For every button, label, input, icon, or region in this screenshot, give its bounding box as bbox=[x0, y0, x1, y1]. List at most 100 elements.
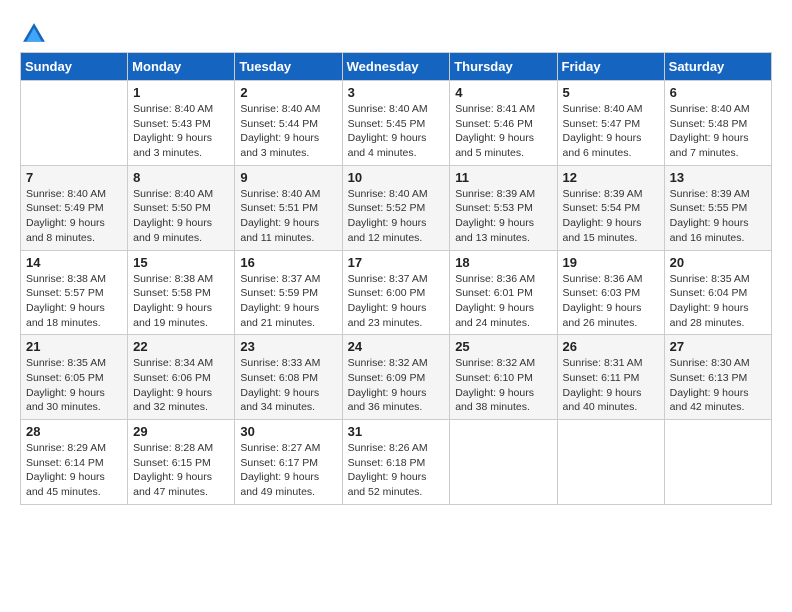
day-number: 8 bbox=[133, 170, 229, 185]
calendar-cell: 29 Sunrise: 8:28 AMSunset: 6:15 PMDayligh… bbox=[128, 420, 235, 505]
calendar-cell: 30 Sunrise: 8:27 AMSunset: 6:17 PMDayligh… bbox=[235, 420, 342, 505]
day-number: 15 bbox=[133, 255, 229, 270]
calendar-cell bbox=[450, 420, 557, 505]
weekday-header-friday: Friday bbox=[557, 53, 664, 81]
calendar-week-row: 7 Sunrise: 8:40 AMSunset: 5:49 PMDaylight… bbox=[21, 165, 772, 250]
day-info: Sunrise: 8:40 AMSunset: 5:44 PMDaylight:… bbox=[240, 102, 336, 161]
calendar-cell: 3 Sunrise: 8:40 AMSunset: 5:45 PMDaylight… bbox=[342, 81, 450, 166]
calendar-cell: 11 Sunrise: 8:39 AMSunset: 5:53 PMDayligh… bbox=[450, 165, 557, 250]
calendar-cell: 2 Sunrise: 8:40 AMSunset: 5:44 PMDaylight… bbox=[235, 81, 342, 166]
page-header bbox=[20, 20, 772, 48]
day-info: Sunrise: 8:34 AMSunset: 6:06 PMDaylight:… bbox=[133, 356, 229, 415]
day-info: Sunrise: 8:39 AMSunset: 5:55 PMDaylight:… bbox=[670, 187, 766, 246]
day-info: Sunrise: 8:30 AMSunset: 6:13 PMDaylight:… bbox=[670, 356, 766, 415]
weekday-header-monday: Monday bbox=[128, 53, 235, 81]
calendar-cell: 5Sunrise: 8:40 AMSunset: 5:47 PMDaylight… bbox=[557, 81, 664, 166]
day-number: 19 bbox=[563, 255, 659, 270]
calendar-cell: 28 Sunrise: 8:29 AMSunset: 6:14 PMDayligh… bbox=[21, 420, 128, 505]
day-info: Sunrise: 8:29 AMSunset: 6:14 PMDaylight:… bbox=[26, 441, 122, 500]
calendar-cell: 9 Sunrise: 8:40 AMSunset: 5:51 PMDaylight… bbox=[235, 165, 342, 250]
day-info: Sunrise: 8:39 AMSunset: 5:53 PMDaylight:… bbox=[455, 187, 551, 246]
day-info: Sunrise: 8:38 AMSunset: 5:57 PMDaylight:… bbox=[26, 272, 122, 331]
calendar-cell: 27Sunrise: 8:30 AMSunset: 6:13 PMDayligh… bbox=[664, 335, 771, 420]
calendar-cell: 6 Sunrise: 8:40 AMSunset: 5:48 PMDaylight… bbox=[664, 81, 771, 166]
day-number: 31 bbox=[348, 424, 445, 439]
calendar-cell: 10 Sunrise: 8:40 AMSunset: 5:52 PMDayligh… bbox=[342, 165, 450, 250]
day-info: Sunrise: 8:32 AMSunset: 6:10 PMDaylight:… bbox=[455, 356, 551, 415]
day-number: 26 bbox=[563, 339, 659, 354]
weekday-header-thursday: Thursday bbox=[450, 53, 557, 81]
day-number: 11 bbox=[455, 170, 551, 185]
day-info: Sunrise: 8:32 AMSunset: 6:09 PMDaylight:… bbox=[348, 356, 445, 415]
day-info: Sunrise: 8:31 AMSunset: 6:11 PMDaylight:… bbox=[563, 356, 659, 415]
calendar-cell: 31 Sunrise: 8:26 AMSunset: 6:18 PMDayligh… bbox=[342, 420, 450, 505]
calendar-week-row: 1 Sunrise: 8:40 AMSunset: 5:43 PMDaylight… bbox=[21, 81, 772, 166]
calendar-cell: 25 Sunrise: 8:32 AMSunset: 6:10 PMDayligh… bbox=[450, 335, 557, 420]
calendar-cell: 22 Sunrise: 8:34 AMSunset: 6:06 PMDayligh… bbox=[128, 335, 235, 420]
calendar-cell: 13 Sunrise: 8:39 AMSunset: 5:55 PMDayligh… bbox=[664, 165, 771, 250]
calendar-cell: 1 Sunrise: 8:40 AMSunset: 5:43 PMDaylight… bbox=[128, 81, 235, 166]
day-info: Sunrise: 8:35 AMSunset: 6:04 PMDaylight:… bbox=[670, 272, 766, 331]
day-number: 10 bbox=[348, 170, 445, 185]
day-info: Sunrise: 8:38 AMSunset: 5:58 PMDaylight:… bbox=[133, 272, 229, 331]
day-number: 18 bbox=[455, 255, 551, 270]
day-number: 3 bbox=[348, 85, 445, 100]
day-info: Sunrise: 8:40 AMSunset: 5:47 PMDaylight:… bbox=[563, 102, 659, 161]
day-number: 21 bbox=[26, 339, 122, 354]
day-info: Sunrise: 8:36 AMSunset: 6:03 PMDaylight:… bbox=[563, 272, 659, 331]
day-info: Sunrise: 8:40 AMSunset: 5:48 PMDaylight:… bbox=[670, 102, 766, 161]
calendar-table: SundayMondayTuesdayWednesdayThursdayFrid… bbox=[20, 52, 772, 505]
day-number: 4 bbox=[455, 85, 551, 100]
day-number: 13 bbox=[670, 170, 766, 185]
day-number: 2 bbox=[240, 85, 336, 100]
day-number: 7 bbox=[26, 170, 122, 185]
calendar-cell: 8Sunrise: 8:40 AMSunset: 5:50 PMDaylight… bbox=[128, 165, 235, 250]
weekday-header-saturday: Saturday bbox=[664, 53, 771, 81]
day-number: 23 bbox=[240, 339, 336, 354]
day-number: 1 bbox=[133, 85, 229, 100]
calendar-cell: 15 Sunrise: 8:38 AMSunset: 5:58 PMDayligh… bbox=[128, 250, 235, 335]
logo-icon bbox=[20, 20, 48, 48]
calendar-cell: 16Sunrise: 8:37 AMSunset: 5:59 PMDayligh… bbox=[235, 250, 342, 335]
day-info: Sunrise: 8:28 AMSunset: 6:15 PMDaylight:… bbox=[133, 441, 229, 500]
day-number: 12 bbox=[563, 170, 659, 185]
weekday-header-tuesday: Tuesday bbox=[235, 53, 342, 81]
calendar-cell: 18 Sunrise: 8:36 AMSunset: 6:01 PMDayligh… bbox=[450, 250, 557, 335]
day-info: Sunrise: 8:36 AMSunset: 6:01 PMDaylight:… bbox=[455, 272, 551, 331]
day-number: 30 bbox=[240, 424, 336, 439]
day-number: 22 bbox=[133, 339, 229, 354]
calendar-cell: 23 Sunrise: 8:33 AMSunset: 6:08 PMDayligh… bbox=[235, 335, 342, 420]
day-info: Sunrise: 8:39 AMSunset: 5:54 PMDaylight:… bbox=[563, 187, 659, 246]
calendar-cell: 14Sunrise: 8:38 AMSunset: 5:57 PMDayligh… bbox=[21, 250, 128, 335]
day-info: Sunrise: 8:37 AMSunset: 6:00 PMDaylight:… bbox=[348, 272, 445, 331]
day-info: Sunrise: 8:33 AMSunset: 6:08 PMDaylight:… bbox=[240, 356, 336, 415]
calendar-cell: 19 Sunrise: 8:36 AMSunset: 6:03 PMDayligh… bbox=[557, 250, 664, 335]
day-info: Sunrise: 8:40 AMSunset: 5:43 PMDaylight:… bbox=[133, 102, 229, 161]
calendar-cell: 26 Sunrise: 8:31 AMSunset: 6:11 PMDayligh… bbox=[557, 335, 664, 420]
calendar-week-row: 21 Sunrise: 8:35 AMSunset: 6:05 PMDayligh… bbox=[21, 335, 772, 420]
day-info: Sunrise: 8:40 AMSunset: 5:49 PMDaylight:… bbox=[26, 187, 122, 246]
day-info: Sunrise: 8:40 AMSunset: 5:45 PMDaylight:… bbox=[348, 102, 445, 161]
calendar-cell: 17Sunrise: 8:37 AMSunset: 6:00 PMDayligh… bbox=[342, 250, 450, 335]
calendar-cell: 4 Sunrise: 8:41 AMSunset: 5:46 PMDaylight… bbox=[450, 81, 557, 166]
day-info: Sunrise: 8:35 AMSunset: 6:05 PMDaylight:… bbox=[26, 356, 122, 415]
day-number: 29 bbox=[133, 424, 229, 439]
day-info: Sunrise: 8:40 AMSunset: 5:51 PMDaylight:… bbox=[240, 187, 336, 246]
day-info: Sunrise: 8:40 AMSunset: 5:52 PMDaylight:… bbox=[348, 187, 445, 246]
calendar-cell: 20Sunrise: 8:35 AMSunset: 6:04 PMDayligh… bbox=[664, 250, 771, 335]
day-info: Sunrise: 8:26 AMSunset: 6:18 PMDaylight:… bbox=[348, 441, 445, 500]
logo bbox=[20, 20, 52, 48]
weekday-header-wednesday: Wednesday bbox=[342, 53, 450, 81]
day-info: Sunrise: 8:41 AMSunset: 5:46 PMDaylight:… bbox=[455, 102, 551, 161]
day-number: 28 bbox=[26, 424, 122, 439]
day-number: 6 bbox=[670, 85, 766, 100]
day-info: Sunrise: 8:27 AMSunset: 6:17 PMDaylight:… bbox=[240, 441, 336, 500]
calendar-cell bbox=[21, 81, 128, 166]
day-number: 9 bbox=[240, 170, 336, 185]
day-number: 25 bbox=[455, 339, 551, 354]
calendar-cell: 7 Sunrise: 8:40 AMSunset: 5:49 PMDaylight… bbox=[21, 165, 128, 250]
calendar-cell: 12 Sunrise: 8:39 AMSunset: 5:54 PMDayligh… bbox=[557, 165, 664, 250]
calendar-cell bbox=[557, 420, 664, 505]
calendar-cell: 24Sunrise: 8:32 AMSunset: 6:09 PMDayligh… bbox=[342, 335, 450, 420]
calendar-week-row: 28 Sunrise: 8:29 AMSunset: 6:14 PMDayligh… bbox=[21, 420, 772, 505]
